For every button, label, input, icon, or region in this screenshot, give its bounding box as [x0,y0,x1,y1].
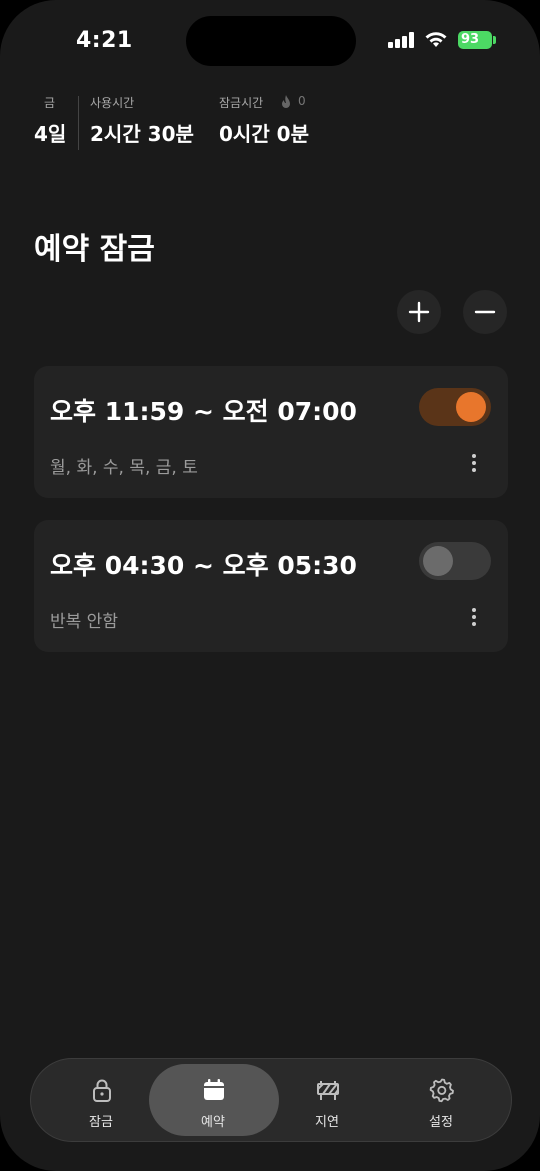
tab-bar: 잠금 예약 지연 설정 [30,1058,512,1142]
tab-label: 지연 [315,1115,339,1130]
lock-icon [93,1079,111,1102]
remove-schedule-button[interactable] [463,290,507,334]
phone-screen: 4:21 93 금 4일 사용시간 2시간 30분 잠금시간 0 0시간 0분 … [0,0,540,1171]
schedule-time-range: 오후 04:30 ~ 오후 05:30 [50,551,357,580]
dynamic-island [186,16,356,66]
add-schedule-button[interactable] [397,290,441,334]
plus-icon [408,301,430,323]
schedule-repeat-days: 월, 화, 수, 목, 금, 토 [50,458,198,478]
status-time: 4:21 [76,28,133,53]
tab-delay[interactable]: 지연 [271,1059,383,1141]
barrier-icon [317,1081,339,1100]
tab-settings[interactable]: 설정 [385,1059,497,1141]
fire-count: 0 [298,94,306,108]
schedule-toggle[interactable] [419,388,491,426]
battery-icon: 93 [458,31,492,49]
schedule-toggle[interactable] [419,542,491,580]
lock-time-label: 잠금시간 [219,96,264,110]
calendar-icon [204,1079,224,1100]
schedule-card[interactable]: 오후 11:59 ~ 오전 07:00 월, 화, 수, 목, 금, 토 [34,366,508,498]
schedule-time-range: 오후 11:59 ~ 오전 07:00 [50,397,357,426]
gear-icon [429,1078,454,1103]
wifi-icon [425,32,447,47]
minus-icon [474,310,496,314]
tab-schedule[interactable]: 예약 [149,1059,279,1141]
tab-label: 예약 [201,1115,225,1130]
toggle-knob [456,392,486,422]
tab-lock[interactable]: 잠금 [45,1059,157,1141]
cellular-signal-icon [388,32,414,48]
usage-time-value: 2시간 30분 [90,122,194,146]
page-title: 예약 잠금 [34,232,155,267]
more-options-icon[interactable] [468,608,480,628]
battery-cap [493,36,496,44]
more-options-icon[interactable] [468,454,480,474]
tab-label: 잠금 [89,1115,113,1130]
stats-divider [78,96,79,150]
usage-time-label: 사용시간 [90,96,135,110]
fire-icon [282,95,290,108]
battery-level: 93 [461,32,480,47]
toggle-knob [423,546,453,576]
lock-time-value: 0시간 0분 [219,122,309,146]
schedule-card[interactable]: 오후 04:30 ~ 오후 05:30 반복 안함 [34,520,508,652]
day-value: 4일 [34,122,67,146]
tab-label: 설정 [429,1115,453,1130]
day-label: 금 [44,96,56,110]
schedule-repeat-days: 반복 안함 [50,612,118,632]
